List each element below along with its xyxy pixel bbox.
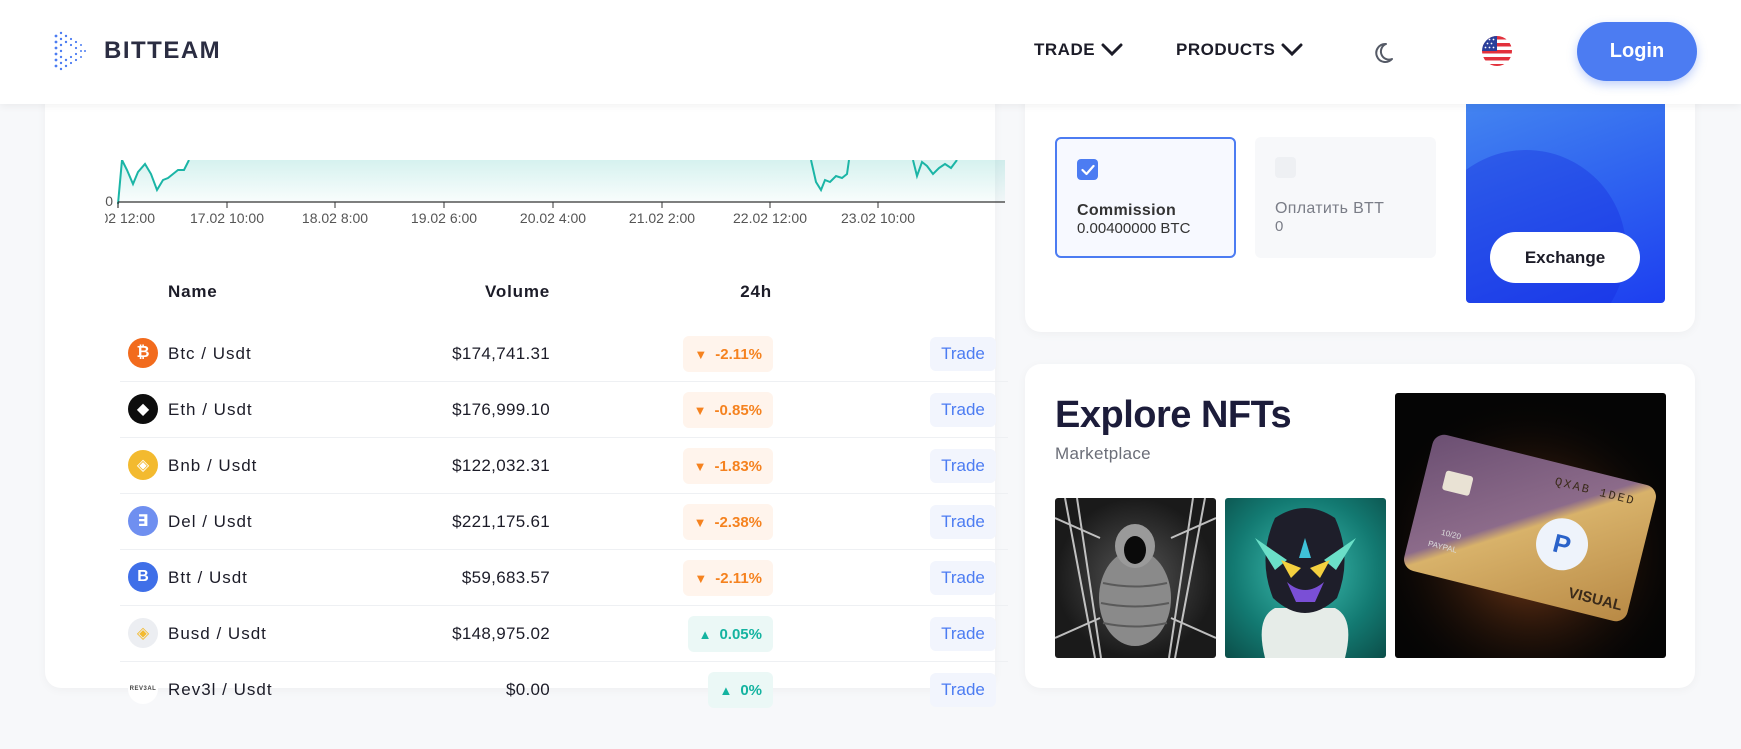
nft-subtitle[interactable]: Marketplace [1055, 444, 1151, 464]
chart-x-tick-label: 18.02 8:00 [302, 210, 368, 226]
exchange-button[interactable]: Exchange [1490, 232, 1640, 283]
chart-y-tick: 23,500 [105, 193, 113, 209]
pay-btt-checkbox[interactable] [1275, 157, 1296, 178]
chart-x-tick-label: 21.02 2:00 [629, 210, 695, 226]
bitteam-logo-icon [54, 31, 86, 71]
pair-volume: $122,032.31 [452, 456, 550, 475]
pair-name: Eth / Usdt [168, 400, 253, 419]
change-badge: ▼ -2.38% [682, 504, 773, 540]
table-row[interactable]: B Btt / Usdt $59,683.57 ▼ -2.11% Trade [120, 550, 1008, 606]
pair-volume: $221,175.61 [452, 512, 550, 531]
table-row[interactable]: ◈ Busd / Usdt $148,975.02 ▲ 0.05% Trade [120, 606, 1008, 662]
change-badge: ▼ -0.85% [682, 392, 773, 428]
btc-icon: ₿ [128, 338, 158, 368]
pay-btt-option[interactable]: Оплатить BTT 0 [1255, 137, 1436, 258]
trade-button[interactable]: Trade [930, 673, 996, 707]
col-header-24h: 24h [740, 282, 772, 301]
pair-volume: $176,999.10 [452, 400, 550, 419]
pair-name: Rev3l / Usdt [168, 680, 273, 699]
pay-btt-title: Оплатить BTT [1275, 200, 1385, 217]
pair-name: Del / Usdt [168, 512, 253, 531]
commission-title: Commission [1077, 202, 1177, 219]
chevron-down-icon [1281, 43, 1303, 57]
col-header-name: Name [168, 282, 218, 301]
chart-x-tick-label: 19.02 6:00 [411, 210, 477, 226]
pair-volume: $174,741.31 [452, 344, 550, 363]
table-row[interactable]: ◆ Eth / Usdt $176,999.10 ▼ -0.85% Trade [120, 382, 1008, 438]
commission-checkbox[interactable] [1077, 159, 1098, 180]
pair-name: Btc / Usdt [168, 344, 252, 363]
chart-x-tick-label: 20.02 4:00 [520, 210, 586, 226]
table-row[interactable]: ∃ Del / Usdt $221,175.61 ▼ -2.38% Trade [120, 494, 1008, 550]
pair-volume: $59,683.57 [461, 568, 550, 587]
pairs-table: ₿ Btc / Usdt $174,741.31 ▼ -2.11% Trade ◆… [120, 326, 1008, 718]
change-badge: ▼ -2.11% [683, 560, 773, 596]
brand-name: BITTEAM [104, 37, 222, 64]
col-header-volume: Volume [485, 282, 550, 301]
us-flag-icon[interactable] [1482, 36, 1512, 66]
chart-x-tick-label: 17.02 12:00 [105, 210, 155, 226]
del-icon: ∃ [128, 506, 158, 536]
nav-trade[interactable]: TRADE [1034, 40, 1123, 60]
table-row[interactable]: ◈ Bnb / Usdt $122,032.31 ▼ -1.83% Trade [120, 438, 1008, 494]
bnb-icon: ◈ [128, 450, 158, 480]
dark-mode-moon-icon[interactable] [1374, 40, 1400, 66]
pay-btt-value: 0 [1275, 218, 1284, 235]
nft-masked-figure-image[interactable] [1225, 498, 1386, 658]
table-row[interactable]: REV3AL Rev3l / Usdt $0.00 ▲ 0% Trade [120, 662, 1008, 718]
eth-icon: ◆ [128, 394, 158, 424]
nav-trade-label: TRADE [1034, 40, 1096, 59]
commission-value: 0.00400000 BTC [1077, 220, 1191, 237]
pair-volume: $0.00 [505, 680, 550, 699]
trade-button[interactable]: Trade [930, 337, 996, 371]
logo[interactable]: BITTEAM [50, 28, 221, 74]
trade-button[interactable]: Trade [930, 393, 996, 427]
pair-name: Bnb / Usdt [168, 456, 258, 475]
pair-name: Btt / Usdt [168, 568, 248, 587]
market-card: 23,500 17.02 12:00 17.02 10:00 18.02 8:00 1… [45, 60, 1008, 708]
chart-x-tick-label: 22.02 12:00 [733, 210, 807, 226]
top-navbar: BITTEAM TRADE PRODUCTS Login [0, 0, 1741, 104]
nft-puffer-jacket-image[interactable] [1055, 498, 1216, 658]
btt-icon: B [128, 562, 158, 592]
chevron-down-icon [1101, 43, 1123, 57]
change-badge: ▲ 0.05% [687, 616, 773, 652]
checkmark-icon [1080, 164, 1095, 175]
nft-card: Explore NFTs Marketplace P QXAB 1DED 10/… [1025, 364, 1695, 688]
change-badge: ▼ -2.11% [683, 336, 773, 372]
table-row[interactable]: ₿ Btc / Usdt $174,741.31 ▼ -2.11% Trade [120, 326, 1008, 382]
rev3l-icon: REV3AL [128, 674, 158, 704]
login-button[interactable]: Login [1577, 22, 1697, 81]
chart-area-left [118, 160, 1005, 204]
commission-option[interactable]: Commission 0.00400000 BTC [1055, 137, 1236, 258]
change-badge: ▼ -1.83% [682, 448, 773, 484]
pair-volume: $148,975.02 [452, 624, 550, 643]
pair-name: Busd / Usdt [168, 624, 267, 643]
trade-button[interactable]: Trade [930, 505, 996, 539]
nav-products[interactable]: PRODUCTS [1176, 40, 1303, 60]
nft-title: Explore NFTs [1055, 394, 1292, 436]
nav-products-label: PRODUCTS [1176, 40, 1276, 59]
change-badge: ▲ 0% [708, 672, 773, 708]
trade-button[interactable]: Trade [930, 561, 996, 595]
chart-x-tick-label: 17.02 10:00 [190, 210, 264, 226]
nft-visual-card-image[interactable]: P QXAB 1DED 10/20 PAYPAL VISUAL [1395, 393, 1666, 658]
trade-button[interactable]: Trade [930, 617, 996, 651]
trade-button[interactable]: Trade [930, 449, 996, 483]
busd-icon: ◈ [128, 618, 158, 648]
chart-x-tick-label: 23.02 10:00 [841, 210, 915, 226]
price-chart: 23,500 17.02 12:00 17.02 10:00 18.02 8:00 1… [105, 160, 1005, 226]
